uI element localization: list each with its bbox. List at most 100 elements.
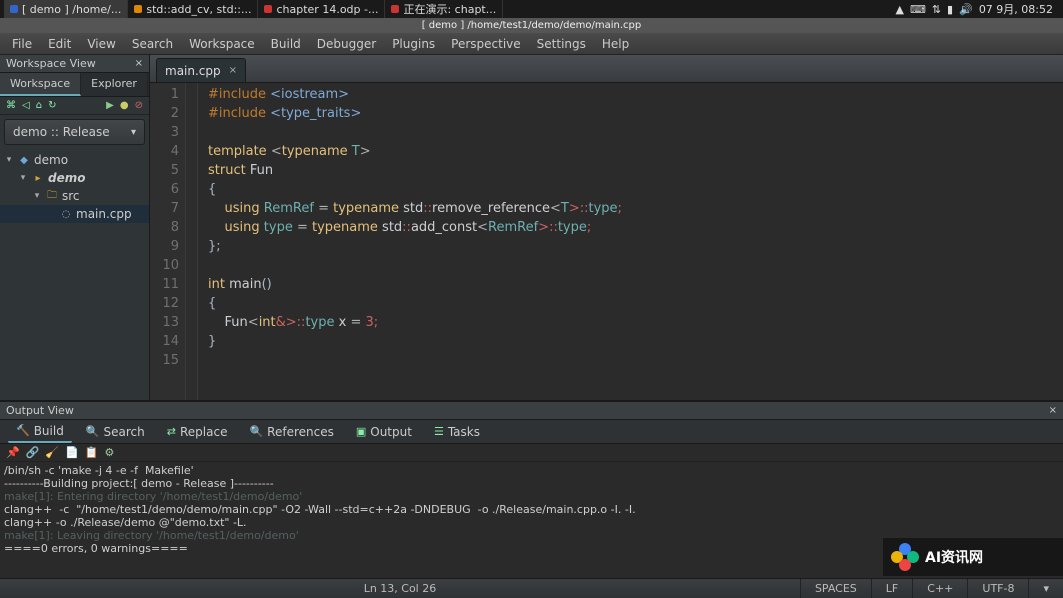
- tree-label: main.cpp: [76, 207, 132, 221]
- project-icon: ◆: [18, 154, 30, 166]
- app-icon: [134, 5, 142, 13]
- panel-toolbar: ⌘ ◁ ⌂ ↻ ▶ ● ⊘: [0, 97, 149, 115]
- menu-search[interactable]: Search: [124, 34, 181, 54]
- references-icon: 🔍: [249, 425, 263, 438]
- task-item[interactable]: [ demo ] /home/...: [4, 0, 128, 18]
- output-panel: Output View × 🔨Build 🔍Search ⇄Replace 🔍R…: [0, 400, 1063, 578]
- menu-view[interactable]: View: [79, 34, 123, 54]
- keyboard-icon[interactable]: ⌨: [910, 3, 926, 16]
- gear-icon[interactable]: ⚙: [105, 446, 115, 459]
- close-icon[interactable]: ×: [135, 58, 143, 69]
- panel-title: Output View: [6, 404, 74, 417]
- language-mode[interactable]: C++: [912, 579, 967, 598]
- run-icon[interactable]: ▶: [106, 100, 114, 111]
- menu-perspective[interactable]: Perspective: [443, 34, 529, 54]
- tree-twisty-icon[interactable]: ▾: [18, 173, 28, 183]
- terminal-icon: ▣: [356, 425, 366, 438]
- editor-tabs: main.cpp ×: [150, 55, 1063, 83]
- close-icon[interactable]: ×: [1049, 405, 1057, 416]
- task-item[interactable]: 正在演示: chapt...: [385, 0, 503, 18]
- menu-debugger[interactable]: Debugger: [309, 34, 384, 54]
- clock[interactable]: 07 9月, 08:52: [979, 1, 1053, 17]
- workspace-panel: Workspace View × Workspace Explorer ⌘ ◁ …: [0, 55, 150, 400]
- output-tabs: 🔨Build 🔍Search ⇄Replace 🔍References ▣Out…: [0, 420, 1063, 444]
- copy-icon[interactable]: 📄: [65, 446, 79, 459]
- tab-search[interactable]: 🔍Search: [78, 422, 153, 442]
- folder-icon: 🗀: [46, 190, 58, 202]
- clear-icon[interactable]: 🧹: [45, 446, 59, 459]
- tree-twisty-icon[interactable]: ▾: [4, 155, 14, 165]
- tree-root[interactable]: ▾◆demo: [0, 151, 149, 169]
- panel-title: Workspace View: [6, 57, 96, 70]
- pin-icon[interactable]: 📌: [6, 446, 20, 459]
- menu-edit[interactable]: Edit: [40, 34, 79, 54]
- app-icon: [391, 5, 399, 13]
- fold-gutter: [186, 83, 198, 400]
- tree-folder[interactable]: ▾▸demo: [0, 169, 149, 187]
- code-editor[interactable]: 123456789101112131415 #include <iostream…: [150, 83, 1063, 400]
- system-tray: ▲ ⌨ ⇅ ▮ 🔊 07 9月, 08:52: [889, 1, 1059, 17]
- build-icon: 🔨: [16, 424, 30, 437]
- indent-mode[interactable]: SPACES: [800, 579, 871, 598]
- tasks-icon: ☰: [434, 425, 444, 438]
- window-title: [ demo ] /home/test1/demo/demo/main.cpp: [0, 18, 1063, 33]
- editor-area: main.cpp × 123456789101112131415 #includ…: [150, 55, 1063, 400]
- tab-references[interactable]: 🔍References: [241, 422, 341, 442]
- link-icon[interactable]: ⌘: [6, 100, 16, 111]
- app-icon: [10, 5, 18, 13]
- task-item[interactable]: std::add_cv, std::...: [128, 0, 258, 18]
- build-icon[interactable]: ●: [120, 100, 129, 111]
- cursor-position: Ln 13, Col 26: [0, 582, 800, 595]
- chevron-down-icon: ▾: [131, 127, 136, 138]
- menu-file[interactable]: File: [4, 34, 40, 54]
- replace-icon: ⇄: [167, 425, 176, 438]
- menu-help[interactable]: Help: [594, 34, 637, 54]
- task-label: chapter 14.odp -...: [276, 3, 378, 16]
- task-item[interactable]: chapter 14.odp -...: [258, 0, 385, 18]
- close-icon[interactable]: ×: [229, 65, 237, 76]
- tab-output[interactable]: ▣Output: [348, 422, 420, 442]
- search-icon: 🔍: [86, 425, 100, 438]
- menu-plugins[interactable]: Plugins: [384, 34, 443, 54]
- editor-tab[interactable]: main.cpp ×: [156, 58, 246, 82]
- menu-workspace[interactable]: Workspace: [181, 34, 263, 54]
- line-gutter: 123456789101112131415: [150, 83, 186, 400]
- menu-build[interactable]: Build: [263, 34, 309, 54]
- volume-icon[interactable]: 🔊: [959, 3, 973, 16]
- tab-replace[interactable]: ⇄Replace: [159, 422, 236, 442]
- code-content[interactable]: #include <iostream> #include <type_trait…: [198, 83, 632, 400]
- stop-icon[interactable]: ⊘: [135, 100, 143, 111]
- task-label: 正在演示: chapt...: [403, 1, 496, 17]
- panel-tabs: Workspace Explorer: [0, 73, 149, 97]
- nav-icon[interactable]: ◁: [22, 100, 30, 111]
- link-icon[interactable]: 🔗: [26, 446, 40, 459]
- menu-settings[interactable]: Settings: [529, 34, 594, 54]
- menu-icon[interactable]: ▾: [1028, 579, 1063, 598]
- wifi-icon[interactable]: ⇅: [932, 3, 941, 16]
- tab-tasks[interactable]: ☰Tasks: [426, 422, 488, 442]
- config-selector[interactable]: demo :: Release ▾: [4, 119, 145, 145]
- output-toolbar: 📌 🔗 🧹 📄 📋 ⚙: [0, 444, 1063, 462]
- home-icon[interactable]: ⌂: [36, 100, 42, 111]
- warning-icon[interactable]: ▲: [895, 3, 903, 16]
- output-text[interactable]: /bin/sh -c 'make -j 4 -e -f Makefile'---…: [0, 462, 1063, 578]
- refresh-icon[interactable]: ↻: [48, 100, 56, 111]
- config-label: demo :: Release: [13, 125, 110, 139]
- tab-label: main.cpp: [165, 64, 221, 78]
- menubar: File Edit View Search Workspace Build De…: [0, 33, 1063, 55]
- eol-mode[interactable]: LF: [871, 579, 912, 598]
- tab-build[interactable]: 🔨Build: [8, 421, 72, 443]
- battery-icon[interactable]: ▮: [947, 3, 953, 16]
- os-taskbar: [ demo ] /home/... std::add_cv, std::...…: [0, 0, 1063, 18]
- tree-folder[interactable]: ▾🗀src: [0, 187, 149, 205]
- tree-twisty-icon[interactable]: ▾: [32, 191, 42, 201]
- task-label: [ demo ] /home/...: [22, 3, 121, 16]
- folder-icon: ▸: [32, 172, 44, 184]
- tab-explorer[interactable]: Explorer: [81, 73, 148, 96]
- app-icon: [264, 5, 272, 13]
- tab-workspace[interactable]: Workspace: [0, 73, 81, 96]
- project-tree: ▾◆demo ▾▸demo ▾🗀src ◌main.cpp: [0, 149, 149, 225]
- tree-file[interactable]: ◌main.cpp: [0, 205, 149, 223]
- paste-icon[interactable]: 📋: [85, 446, 99, 459]
- encoding[interactable]: UTF-8: [967, 579, 1028, 598]
